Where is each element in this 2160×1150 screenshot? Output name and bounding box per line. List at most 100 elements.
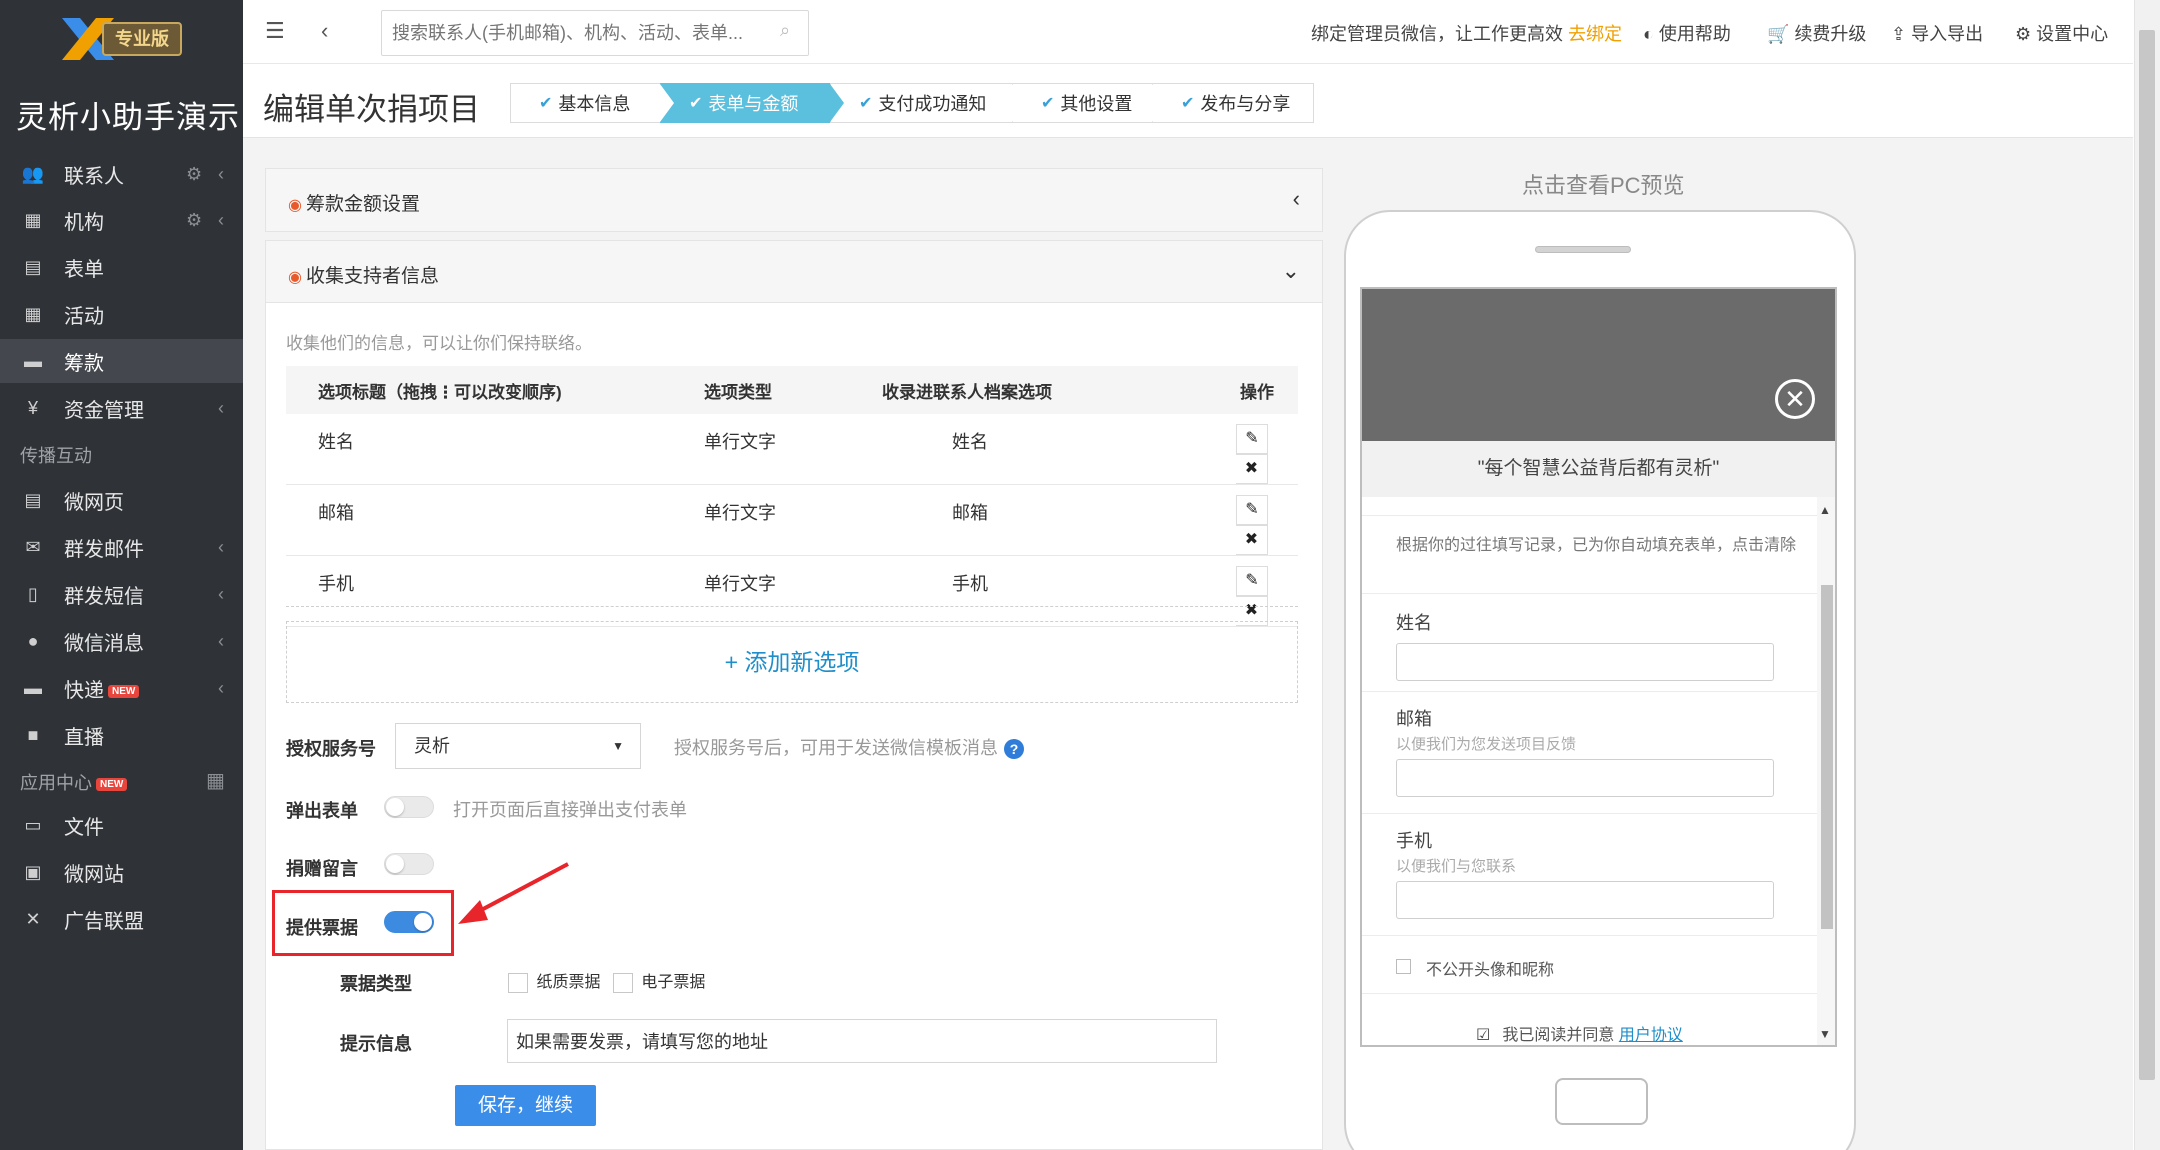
scroll-up-icon[interactable]: ▲: [1819, 503, 1831, 517]
paper-invoice-checkbox[interactable]: [508, 972, 528, 993]
nav-mass-sms[interactable]: ▯ 群发短信 ‹: [0, 572, 243, 616]
anonymous-checkbox[interactable]: [1396, 959, 1411, 974]
options-table: 选项标题（拖拽⋮可以改变顺序) 选项类型 收录进联系人档案选项 操作 姓名 单行…: [286, 366, 1298, 627]
chevron-down-icon[interactable]: ⌄: [1282, 258, 1300, 284]
app-logo[interactable]: 专业版: [58, 14, 182, 64]
nav-ad-alliance[interactable]: ✕ 广告联盟: [0, 897, 243, 941]
tip-input[interactable]: [507, 1019, 1217, 1063]
panel-header[interactable]: ◉ 筹款金额设置 ‹: [266, 169, 1322, 231]
preview-form: 根据你的过往填写记录，已为你自动填充表单，点击清除 姓名 邮箱 以便我们为您发送…: [1362, 497, 1817, 1045]
chevron-left-icon[interactable]: ‹: [321, 18, 328, 44]
message-toggle[interactable]: [384, 853, 434, 875]
upgrade-link[interactable]: 🛒 续费升级: [1767, 20, 1866, 46]
search-icon[interactable]: ⌕: [780, 20, 790, 41]
table-row[interactable]: 邮箱 单行文字 邮箱 ✎✖: [286, 484, 1298, 556]
table-row[interactable]: 手机 单行文字 手机 ✎✖: [286, 555, 1298, 627]
delete-icon[interactable]: ✖: [1236, 454, 1268, 484]
site-icon: ▣: [24, 861, 42, 882]
step-payment-notice[interactable]: ✔ 支付成功通知: [830, 83, 1026, 123]
nav-wechat[interactable]: ● 微信消息 ‹: [0, 619, 243, 663]
calendar-icon: ▦: [24, 303, 42, 324]
select-value: 灵析: [414, 736, 450, 756]
column-header: 选项类型: [704, 366, 882, 414]
preview-banner: [1362, 289, 1835, 441]
field-label: 姓名: [1396, 613, 1432, 633]
scroll-down-icon[interactable]: ▼: [1819, 1027, 1831, 1041]
phone-input[interactable]: [1396, 881, 1774, 919]
check-circle-icon: ✔: [859, 95, 873, 112]
invoice-type-options: 纸质票据 电子票据: [508, 968, 705, 993]
step-basic-info[interactable]: ✔ 基本信息: [510, 83, 674, 123]
name-input[interactable]: [1396, 643, 1774, 681]
grid-icon[interactable]: ▦: [206, 768, 225, 793]
pc-preview-link[interactable]: 点击查看PC预览: [1522, 168, 1685, 200]
target-icon: ◉: [288, 197, 302, 214]
cell-title: 手机: [286, 555, 704, 627]
nav-express[interactable]: ▬ 快递 NEW ‹: [0, 666, 243, 710]
gear-icon[interactable]: ⚙: [186, 210, 202, 231]
nav-organization[interactable]: ▦ 机构 ⚙ ‹: [0, 198, 243, 242]
fundraise-icon: ▬: [24, 350, 42, 371]
bind-link[interactable]: 去绑定: [1568, 24, 1622, 44]
import-export-link[interactable]: ⇪ 导入导出: [1891, 20, 1983, 46]
search-input[interactable]: [381, 10, 809, 56]
step-other-settings[interactable]: ✔ 其他设置: [1012, 83, 1166, 123]
nav-fundraising[interactable]: ▬ 筹款: [0, 339, 243, 383]
add-option-button[interactable]: + 添加新选项: [286, 621, 1298, 703]
e-invoice-checkbox[interactable]: [612, 972, 633, 993]
chevron-left-icon[interactable]: ‹: [1293, 186, 1300, 212]
nav-live[interactable]: ■ 直播: [0, 713, 243, 757]
nav-micropage[interactable]: ▤ 微网页: [0, 478, 243, 522]
menu-icon[interactable]: ☰: [265, 18, 285, 44]
table-row[interactable]: 姓名 单行文字 姓名 ✎✖: [286, 414, 1298, 485]
panel-title: 收集支持者信息: [305, 266, 439, 287]
panel-header[interactable]: ◉ 收集支持者信息 ⌄: [266, 241, 1322, 303]
chevron-left-icon: ‹: [218, 163, 224, 184]
building-icon: ▦: [24, 209, 42, 230]
check-circle-icon: ✔: [689, 95, 703, 112]
nav-mass-email[interactable]: ✉ 群发邮件 ‹: [0, 525, 243, 569]
nav-files[interactable]: ▭ 文件: [0, 803, 243, 847]
popup-toggle[interactable]: [384, 796, 434, 818]
edit-icon[interactable]: ✎: [1236, 566, 1268, 596]
annotation-arrow: [458, 862, 569, 924]
pro-badge: 专业版: [102, 22, 182, 56]
nav-funds[interactable]: ¥ 资金管理 ‹: [0, 386, 243, 430]
email-input[interactable]: [1396, 759, 1774, 797]
cell-field: 姓名: [882, 414, 1212, 485]
chevron-left-icon: ‹: [218, 209, 224, 230]
nav-microsite[interactable]: ▣ 微网站: [0, 850, 243, 894]
check-circle-icon: ✔: [1041, 95, 1055, 112]
annotation-highlight: [272, 890, 454, 956]
mail-icon: ✉: [25, 536, 41, 557]
checked-box-icon[interactable]: ☑: [1476, 1027, 1490, 1044]
nav-label: 活动: [64, 305, 104, 328]
delete-icon[interactable]: ✖: [1236, 525, 1268, 555]
step-label: 表单与金额: [708, 94, 799, 114]
preview-scroll-thumb[interactable]: [1821, 585, 1833, 929]
bind-text: 绑定管理员微信，让工作更高效: [1311, 24, 1563, 44]
page-scroll-thumb[interactable]: [2139, 30, 2155, 1080]
edit-icon[interactable]: ✎: [1236, 424, 1268, 454]
nav-forms[interactable]: ▤ 表单: [0, 245, 243, 289]
settings-link[interactable]: ⚙ 设置中心: [2015, 20, 2108, 46]
chevron-left-icon: ‹: [218, 536, 224, 557]
save-continue-button[interactable]: 保存，继续: [455, 1085, 596, 1126]
column-header: 选项标题（拖拽⋮可以改变顺序): [286, 366, 704, 414]
gear-icon[interactable]: ⚙: [186, 164, 202, 185]
close-icon[interactable]: ✕: [1775, 379, 1815, 419]
nav-events[interactable]: ▦ 活动: [0, 292, 243, 336]
question-icon[interactable]: ?: [1004, 739, 1024, 760]
user-agreement-link[interactable]: 用户协议: [1619, 1027, 1683, 1044]
help-link[interactable]: ◐ 使用帮助: [1643, 20, 1731, 46]
divider: [1362, 935, 1817, 936]
auth-account-select[interactable]: 灵析 ▼: [395, 723, 641, 769]
step-publish-share[interactable]: ✔ 发布与分享: [1152, 83, 1314, 123]
edit-icon[interactable]: ✎: [1236, 495, 1268, 525]
nav-label-text: 快递: [64, 679, 104, 702]
nav-label: 微网站: [64, 863, 124, 886]
nav-label: 直播: [64, 726, 104, 749]
chevron-left-icon: ‹: [218, 630, 224, 651]
step-form-amount[interactable]: ✔ 表单与金额: [660, 83, 844, 123]
nav-contacts[interactable]: 👥 联系人 ⚙ ‹: [0, 152, 243, 196]
